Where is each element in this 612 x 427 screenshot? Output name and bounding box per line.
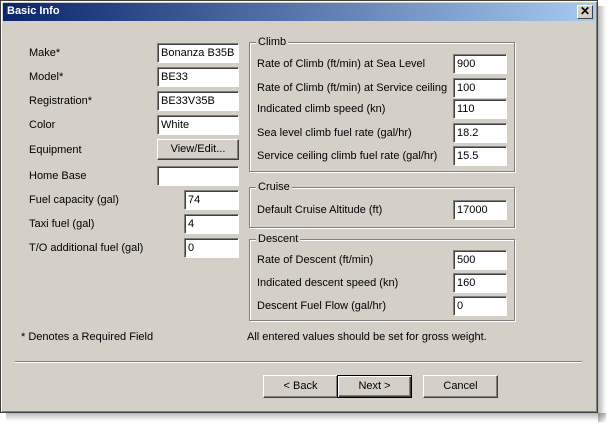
descent-speed-field[interactable]: 160 xyxy=(453,273,507,293)
next-button[interactable]: Next > xyxy=(337,375,412,398)
climb-fuel-sea-label: Sea level climb fuel rate (gal/hr) xyxy=(257,127,412,139)
cancel-button[interactable]: Cancel xyxy=(423,375,498,398)
footer-separator xyxy=(15,361,582,363)
taxi-fuel-label: Taxi fuel (gal) xyxy=(29,218,95,230)
climb-rate-sea-field[interactable]: 900 xyxy=(453,54,507,74)
descent-speed-label: Indicated descent speed (kn) xyxy=(257,277,399,289)
climb-rate-ceiling-label: Rate of Climb (ft/min) at Service ceilin… xyxy=(257,82,448,94)
climb-rate-ceiling-field[interactable]: 100 xyxy=(453,78,507,98)
make-label: Make* xyxy=(29,47,61,59)
climb-speed-label: Indicated climb speed (kn) xyxy=(257,103,386,115)
climb-fuel-sea-field[interactable]: 18.2 xyxy=(453,123,507,143)
equipment-label: Equipment xyxy=(29,144,82,156)
registration-field[interactable]: BE33V35B xyxy=(157,91,239,111)
home-base-field[interactable] xyxy=(157,166,239,186)
taxi-fuel-field[interactable]: 4 xyxy=(184,214,239,234)
descent-group-title: Descent xyxy=(256,233,301,245)
fuel-capacity-field[interactable]: 74 xyxy=(184,190,239,210)
descent-rate-field[interactable]: 500 xyxy=(453,250,507,270)
cruise-altitude-field[interactable]: 17000 xyxy=(453,200,507,220)
color-field[interactable]: White xyxy=(157,115,239,135)
cruise-group-title: Cruise xyxy=(256,181,292,193)
climb-group-title: Climb xyxy=(256,36,289,48)
cruise-altitude-label: Default Cruise Altitude (ft) xyxy=(257,204,383,216)
home-base-label: Home Base xyxy=(29,170,87,182)
climb-rate-sea-label: Rate of Climb (ft/min) at Sea Level xyxy=(257,58,426,70)
title-bar[interactable]: Basic Info ✕ xyxy=(3,3,595,21)
descent-fuel-label: Descent Fuel Flow (gal/hr) xyxy=(257,300,386,312)
model-field[interactable]: BE33 xyxy=(157,67,239,87)
climb-fuel-ceiling-field[interactable]: 15.5 xyxy=(453,146,507,166)
climb-speed-field[interactable]: 110 xyxy=(453,99,507,119)
fuel-capacity-label: Fuel capacity (gal) xyxy=(29,194,119,206)
registration-label: Registration* xyxy=(29,95,92,107)
basic-info-dialog: Basic Info ✕ Make* Bonanza B35B Model* B… xyxy=(0,0,598,413)
descent-fuel-field[interactable]: 0 xyxy=(453,296,507,316)
close-button[interactable]: ✕ xyxy=(577,5,593,19)
to-additional-fuel-field[interactable]: 0 xyxy=(184,238,239,258)
window-shadow-right xyxy=(598,6,606,422)
close-icon: ✕ xyxy=(579,4,591,18)
model-label: Model* xyxy=(29,71,64,83)
window-title: Basic Info xyxy=(7,5,60,17)
required-field-note: * Denotes a Required Field xyxy=(21,331,154,343)
climb-fuel-ceiling-label: Service ceiling climb fuel rate (gal/hr) xyxy=(257,150,438,162)
back-button[interactable]: < Back xyxy=(263,375,338,398)
equipment-view-edit-button[interactable]: View/Edit... xyxy=(157,139,239,160)
window-shadow-bottom xyxy=(6,413,606,421)
descent-rate-label: Rate of Descent (ft/min) xyxy=(257,254,374,266)
to-additional-fuel-label: T/O additional fuel (gal) xyxy=(29,242,144,254)
color-label: Color xyxy=(29,119,56,131)
make-field[interactable]: Bonanza B35B xyxy=(157,43,239,63)
gross-weight-note: All entered values should be set for gro… xyxy=(247,331,487,343)
